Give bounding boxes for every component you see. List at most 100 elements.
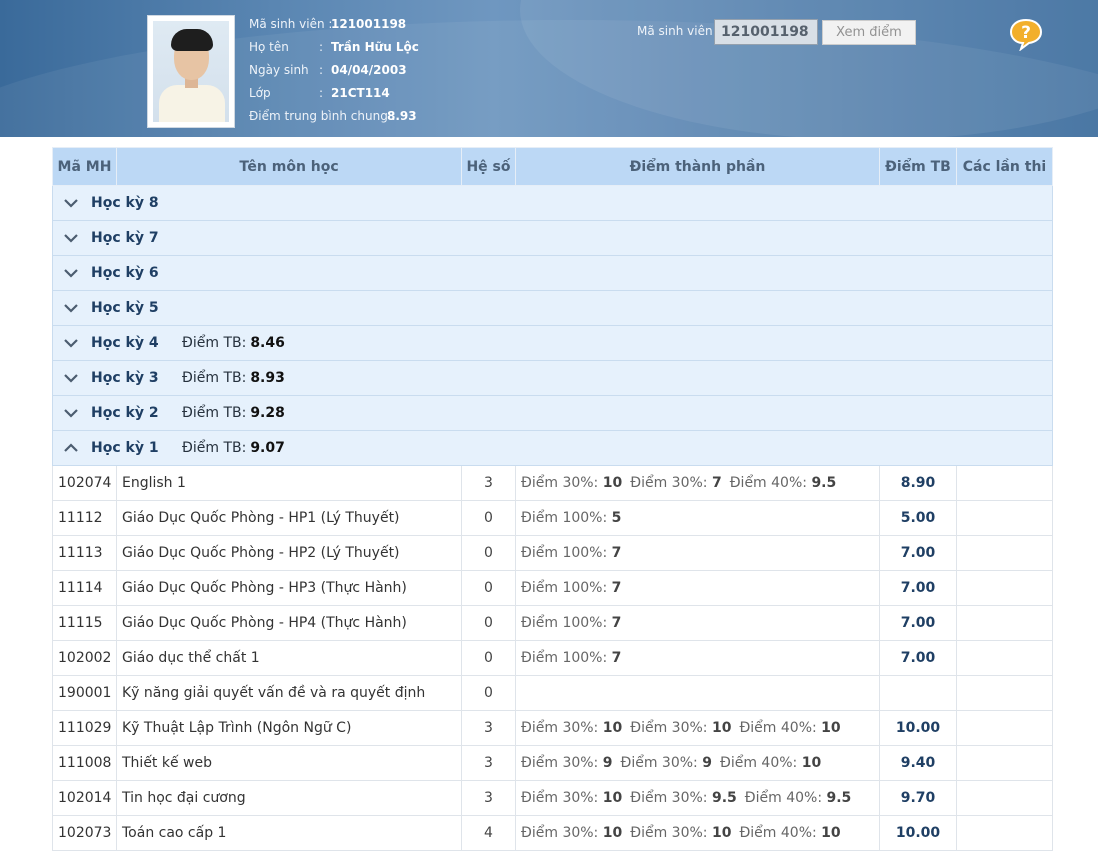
semester-average-label: Điểm TB: (182, 440, 247, 456)
component-score: Điểm 40%: 10 (739, 720, 840, 736)
chevron-down-icon (64, 339, 78, 348)
student-class-colon: : (319, 86, 324, 100)
component-score-value: 9.5 (711, 790, 737, 806)
semester-cell[interactable]: Học kỳ 8 (52, 185, 1053, 221)
semester-row[interactable]: Học kỳ 2 Điểm TB: 9.28 (52, 395, 1053, 431)
col-component-scores: Điểm thành phần (515, 147, 880, 186)
col-average-score: Điểm TB (879, 147, 957, 186)
course-name: Giáo Dục Quốc Phòng - HP4 (Thực Hành) (116, 605, 462, 641)
table-header-row: Mã MH Tên môn học Hệ số Điểm thành phần … (52, 147, 1053, 186)
component-score: Điểm 40%: 9.5 (745, 790, 852, 806)
semester-cell[interactable]: Học kỳ 7 (52, 220, 1053, 256)
semester-row[interactable]: Học kỳ 5 (52, 290, 1053, 326)
course-component-scores: Điểm 30%: 9 Điểm 30%: 9 Điểm 40%: 10 (515, 745, 880, 781)
component-score-label: Điểm 100%: (521, 580, 608, 596)
course-name: English 1 (116, 465, 462, 501)
course-name: Giáo dục thể chất 1 (116, 640, 462, 676)
component-score-value: 9 (602, 755, 613, 771)
component-score-label: Điểm 30%: (521, 825, 599, 841)
student-dob-label: Ngày sinh (249, 63, 309, 77)
course-coefficient: 0 (461, 605, 516, 641)
semester-label: Học kỳ 1 (91, 440, 159, 456)
course-coefficient: 0 (461, 535, 516, 571)
svg-text:?: ? (1021, 23, 1031, 43)
search-student-id-label: Mã sinh viên (637, 24, 713, 38)
component-score: Điểm 30%: 10 (521, 825, 622, 841)
component-score: Điểm 30%: 9 (521, 755, 612, 771)
semester-cell[interactable]: Học kỳ 4 Điểm TB: 8.46 (52, 325, 1053, 361)
course-name: Tin học đại cương (116, 780, 462, 816)
course-code: 11115 (52, 605, 117, 641)
component-score-value: 9 (702, 755, 712, 771)
component-score-label: Điểm 100%: (521, 615, 608, 631)
course-coefficient: 3 (461, 465, 516, 501)
semester-row[interactable]: Học kỳ 3 Điểm TB: 8.93 (52, 360, 1053, 396)
course-row: 102014 Tin học đại cương 3 Điểm 30%: 10 Điểm… (52, 780, 1053, 816)
help-question-icon[interactable]: ? (1008, 17, 1044, 51)
course-code: 190001 (52, 675, 117, 711)
component-score-label: Điểm 30%: (630, 790, 708, 806)
semester-row[interactable]: Học kỳ 6 (52, 255, 1053, 291)
component-score-value: 10 (602, 720, 623, 736)
col-coefficient: Hệ số (461, 147, 516, 186)
student-dob-value: 04/04/2003 (331, 63, 407, 77)
component-score-value: 10 (602, 475, 623, 491)
course-coefficient: 4 (461, 815, 516, 851)
chevron-up-icon (64, 443, 78, 452)
view-grades-button[interactable]: Xem điểm (822, 20, 916, 45)
component-score-value: 10 (821, 825, 841, 841)
course-average: 9.40 (879, 745, 957, 781)
component-score-label: Điểm 30%: (630, 825, 708, 841)
semester-label: Học kỳ 7 (91, 230, 159, 246)
course-name: Giáo Dục Quốc Phòng - HP3 (Thực Hành) (116, 570, 462, 606)
component-score: Điểm 30%: 7 (630, 475, 721, 491)
component-score-value: 9.5 (811, 475, 837, 491)
component-score: Điểm 100%: 7 (521, 615, 621, 631)
course-average (879, 675, 957, 711)
course-row: 11114 Giáo Dục Quốc Phòng - HP3 (Thực Hàn… (52, 570, 1053, 606)
semester-row[interactable]: Học kỳ 8 (52, 185, 1053, 221)
course-component-scores: Điểm 100%: 7 (515, 570, 880, 606)
course-row: 102002 Giáo dục thể chất 1 0 Điểm 100%: 7 7.… (52, 640, 1053, 676)
semester-row[interactable]: Học kỳ 7 (52, 220, 1053, 256)
component-score-value: 7 (611, 545, 622, 561)
component-score-label: Điểm 40%: (729, 475, 807, 491)
component-score: Điểm 30%: 9.5 (630, 790, 737, 806)
semester-row[interactable]: Học kỳ 1 Điểm TB: 9.07 (52, 430, 1053, 466)
course-component-scores: Điểm 30%: 10 Điểm 30%: 10 Điểm 40%: 10 (515, 710, 880, 746)
component-score: Điểm 30%: 10 (521, 720, 622, 736)
semester-average-label: Điểm TB: (182, 370, 247, 386)
component-score-value: 7 (611, 650, 622, 666)
course-code: 11112 (52, 500, 117, 536)
course-code: 11114 (52, 570, 117, 606)
course-row: 190001 Kỹ năng giải quyết vấn đề và ra qu… (52, 675, 1053, 711)
component-score: Điểm 100%: 5 (521, 510, 621, 526)
course-exam-attempts (956, 780, 1053, 816)
component-score-label: Điểm 40%: (719, 755, 798, 771)
component-score-label: Điểm 30%: (521, 790, 599, 806)
course-coefficient: 0 (461, 500, 516, 536)
student-class-value: 21CT114 (331, 86, 390, 100)
course-component-scores: Điểm 30%: 10 Điểm 30%: 9.5 Điểm 40%: 9.5 (515, 780, 880, 816)
course-coefficient: 3 (461, 745, 516, 781)
component-score: Điểm 100%: 7 (521, 545, 621, 561)
course-exam-attempts (956, 640, 1053, 676)
component-score: Điểm 30%: 9 (620, 755, 711, 771)
component-score-label: Điểm 100%: (521, 545, 608, 561)
semester-cell[interactable]: Học kỳ 1 Điểm TB: 9.07 (52, 430, 1053, 466)
component-score-value: 10 (711, 825, 732, 841)
semester-label: Học kỳ 4 (91, 335, 159, 351)
course-component-scores: Điểm 30%: 10 Điểm 30%: 7 Điểm 40%: 9.5 (515, 465, 880, 501)
col-course-name: Tên môn học (116, 147, 462, 186)
semester-cell[interactable]: Học kỳ 3 Điểm TB: 8.93 (52, 360, 1053, 396)
semester-row[interactable]: Học kỳ 4 Điểm TB: 8.46 (52, 325, 1053, 361)
component-score-label: Điểm 100%: (521, 510, 608, 526)
course-code: 102073 (52, 815, 117, 851)
component-score: Điểm 30%: 10 (521, 475, 622, 491)
semester-cell[interactable]: Học kỳ 6 (52, 255, 1053, 291)
student-id-input[interactable] (714, 19, 818, 45)
semester-cell[interactable]: Học kỳ 2 Điểm TB: 9.28 (52, 395, 1053, 431)
course-component-scores: Điểm 100%: 7 (515, 605, 880, 641)
semester-cell[interactable]: Học kỳ 5 (52, 290, 1053, 326)
component-score: Điểm 100%: 7 (521, 650, 621, 666)
